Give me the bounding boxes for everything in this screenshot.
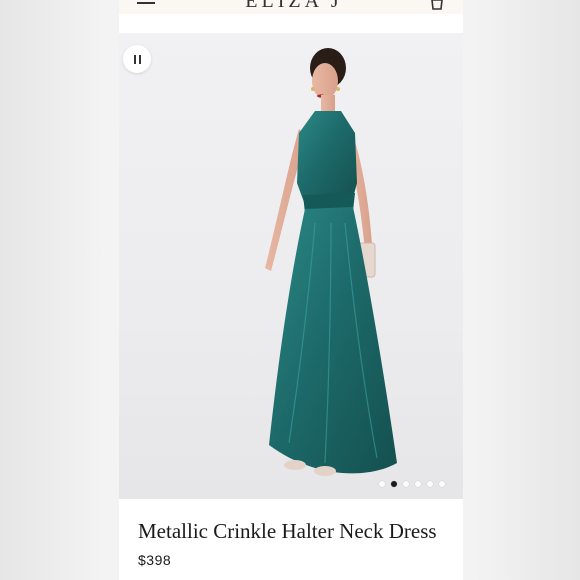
carousel-dot[interactable]: [439, 481, 445, 487]
product-info: Metallic Crinkle Halter Neck Dress $398: [119, 499, 463, 580]
carousel-dot[interactable]: [427, 481, 433, 487]
shopping-bag-icon[interactable]: [429, 0, 445, 10]
pause-button[interactable]: [123, 45, 151, 73]
carousel-dots: [379, 481, 445, 487]
product-page: ELIZA J Metallic Crinkle Halter Neck Dre…: [119, 0, 463, 580]
site-header: ELIZA J: [119, 0, 463, 14]
product-title: Metallic Crinkle Halter Neck Dress: [138, 519, 437, 543]
product-price: $398: [138, 552, 172, 568]
carousel-dot[interactable]: [379, 481, 385, 487]
hamburger-menu-icon[interactable]: [137, 0, 159, 8]
brand-logo[interactable]: ELIZA J: [239, 0, 349, 13]
carousel-dot[interactable]: [415, 481, 421, 487]
carousel-dot-active[interactable]: [391, 481, 397, 487]
product-image-gallery[interactable]: [119, 33, 463, 499]
carousel-dot[interactable]: [403, 481, 409, 487]
pause-icon: [132, 54, 142, 64]
product-image: [265, 48, 397, 476]
